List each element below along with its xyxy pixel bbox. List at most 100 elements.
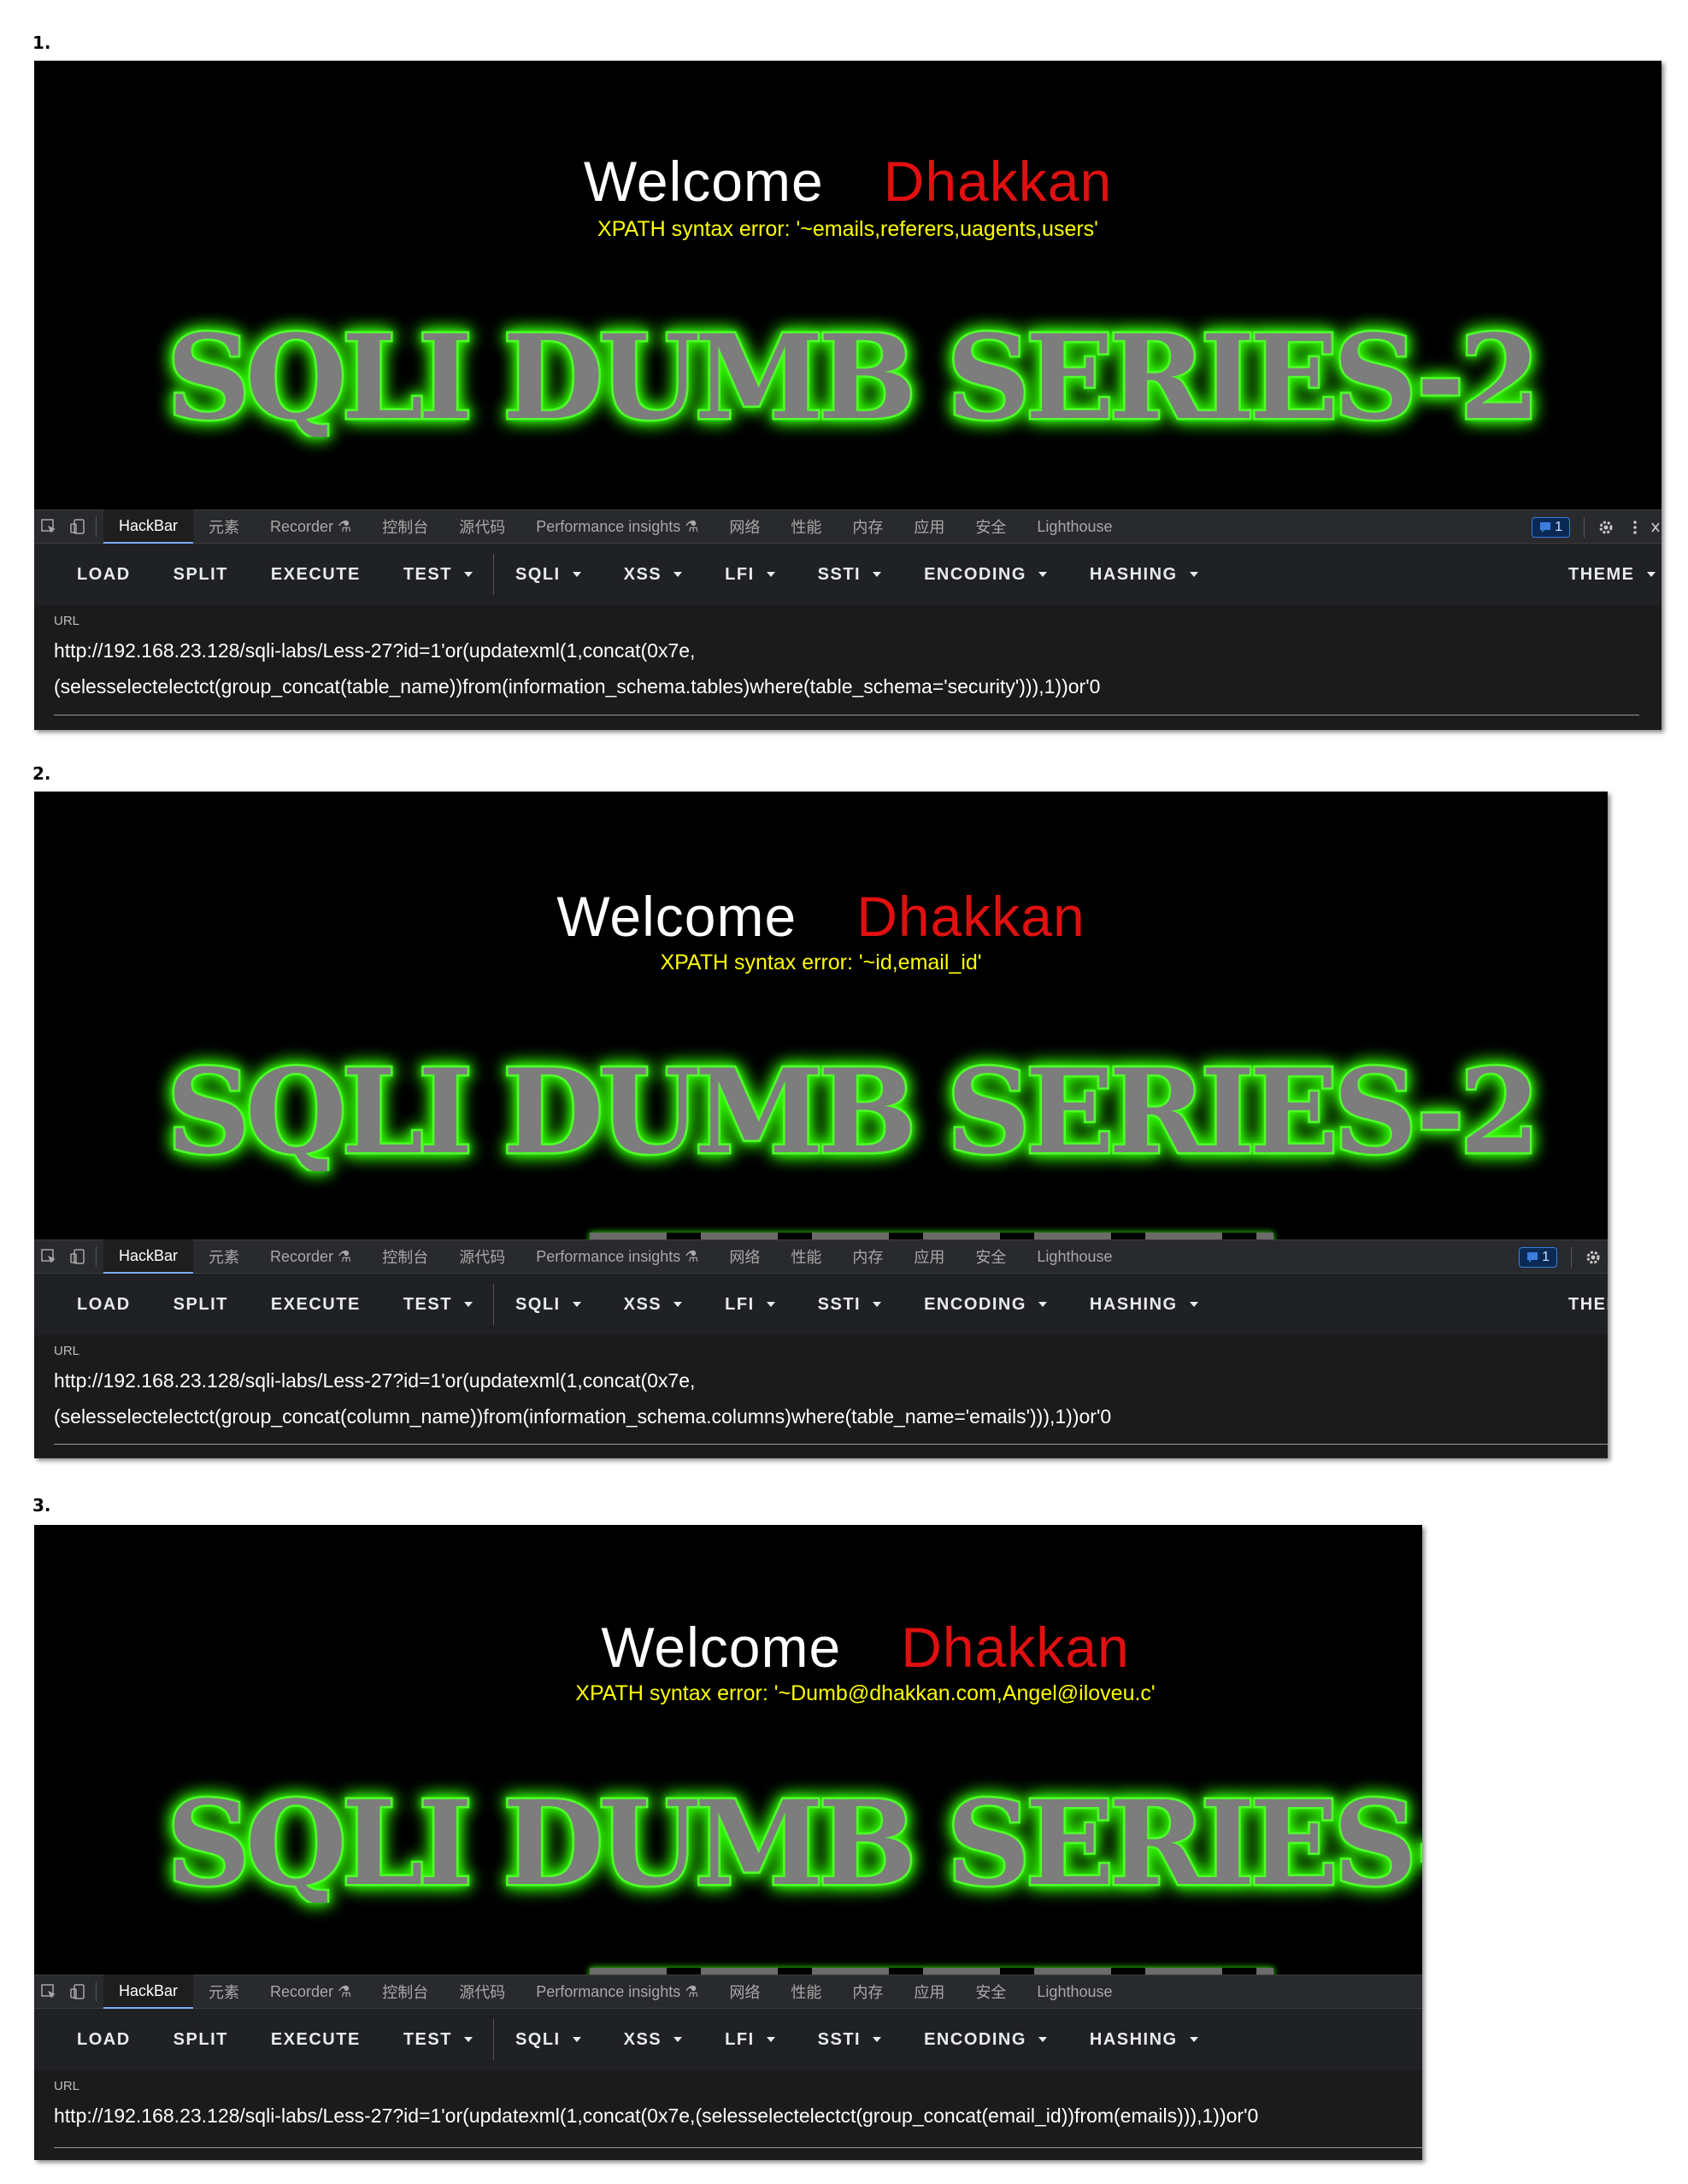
inspect-element-icon[interactable] (34, 509, 63, 544)
tab-elements[interactable]: 元素 (193, 1239, 255, 1274)
url-field[interactable]: URL http://192.168.23.128/sqli-labs/Less… (34, 2070, 1422, 2160)
gear-icon[interactable] (1579, 1240, 1608, 1274)
test-menu-button[interactable]: TEST (382, 1274, 494, 1335)
gear-icon[interactable] (1591, 510, 1620, 545)
tab-network[interactable]: 网络 (714, 509, 775, 544)
tab-performance-insights[interactable]: Performance insights ⚗ (521, 509, 714, 544)
tab-sources[interactable]: 源代码 (444, 1975, 521, 2009)
tab-lighthouse[interactable]: Lighthouse (1021, 1239, 1127, 1274)
tab-network[interactable]: 网络 (714, 1975, 775, 2009)
close-icon[interactable] (1650, 510, 1662, 545)
xss-menu-button[interactable]: XSS (603, 544, 704, 605)
sqli-menu-button[interactable]: SQLI (494, 544, 603, 605)
tab-application[interactable]: 应用 (898, 509, 960, 544)
chevron-down-icon (673, 572, 683, 577)
split-button[interactable]: SPLIT (152, 1274, 250, 1335)
tab-recorder[interactable]: Recorder ⚗ (255, 1975, 367, 2009)
split-button[interactable]: SPLIT (152, 544, 250, 605)
encoding-menu-button[interactable]: ENCODING (903, 544, 1068, 605)
tab-performance[interactable]: 性能 (775, 509, 837, 544)
tab-performance-insights[interactable]: Performance insights ⚗ (521, 1975, 714, 2009)
url-value-line-1[interactable]: http://192.168.23.128/sqli-labs/Less-27?… (54, 2098, 1422, 2134)
inspect-element-icon[interactable] (34, 1239, 63, 1274)
tab-hackbar[interactable]: HackBar (103, 509, 194, 544)
tab-memory[interactable]: 内存 (837, 1975, 898, 2009)
url-value-line-1[interactable]: http://192.168.23.128/sqli-labs/Less-27?… (54, 1363, 1608, 1398)
screenshot-3: Welcome Dhakkan XPATH syntax error: '~Dum… (34, 1525, 1422, 2160)
ssti-menu-button[interactable]: SSTI (797, 2009, 903, 2070)
more-options-icon[interactable] (1620, 510, 1650, 545)
hashing-menu-button[interactable]: HASHING (1068, 2009, 1220, 2070)
lfi-menu-button[interactable]: LFI (703, 544, 797, 605)
tab-performance[interactable]: 性能 (775, 1975, 837, 2009)
device-toolbar-icon[interactable] (63, 1975, 92, 2009)
tab-elements[interactable]: 元素 (193, 1975, 255, 2009)
tab-elements[interactable]: 元素 (193, 509, 255, 544)
page-area: Welcome Dhakkan XPATH syntax error: '~ema… (34, 61, 1662, 509)
execute-button[interactable]: EXECUTE (250, 544, 382, 605)
lfi-menu-button[interactable]: LFI (703, 2009, 797, 2070)
split-button[interactable]: SPLIT (152, 2009, 250, 2070)
issues-badge[interactable]: 1 (1519, 1247, 1557, 1268)
ssti-menu-button[interactable]: SSTI (797, 544, 903, 605)
load-button[interactable]: LOAD (34, 1274, 152, 1335)
theme-menu-button[interactable]: THEME (1547, 544, 1662, 605)
sqli-menu-button[interactable]: SQLI (494, 2009, 603, 2070)
test-menu-button[interactable]: TEST (382, 2009, 494, 2070)
tab-performance[interactable]: 性能 (775, 1239, 837, 1274)
sqli-menu-button[interactable]: SQLI (494, 1274, 603, 1335)
execute-button[interactable]: EXECUTE (250, 2009, 382, 2070)
tab-performance-insights[interactable]: Performance insights ⚗ (521, 1239, 714, 1274)
tab-lighthouse[interactable]: Lighthouse (1021, 1975, 1127, 2009)
sqli-banner: SQLI DUMB SERIES-27 (167, 309, 1534, 437)
lfi-menu-button[interactable]: LFI (703, 1274, 797, 1335)
xss-menu-button[interactable]: XSS (603, 1274, 704, 1335)
tab-security[interactable]: 安全 (960, 1975, 1021, 2009)
tab-sources[interactable]: 源代码 (444, 509, 521, 544)
devtools-tabbar: HackBar 元素 Recorder ⚗ 控制台 源代码 Performanc… (34, 509, 1662, 544)
tab-console[interactable]: 控制台 (367, 509, 444, 544)
devtools-panel: HackBar 元素 Recorder ⚗ 控制台 源代码 Performanc… (34, 509, 1662, 730)
tab-console[interactable]: 控制台 (367, 1239, 444, 1274)
execute-button[interactable]: EXECUTE (250, 1274, 382, 1335)
inspect-element-icon[interactable] (34, 1975, 63, 2009)
tab-hackbar[interactable]: HackBar (103, 1239, 194, 1274)
tab-network[interactable]: 网络 (714, 1239, 775, 1274)
url-field[interactable]: URL http://192.168.23.128/sqli-labs/Less… (34, 1335, 1608, 1458)
tab-memory[interactable]: 内存 (837, 1239, 898, 1274)
hackbar-toolbar: LOAD SPLIT EXECUTE TEST SQLI XSS LFI SST… (34, 544, 1662, 605)
url-value-line-1[interactable]: http://192.168.23.128/sqli-labs/Less-27?… (54, 633, 1662, 668)
ssti-menu-button[interactable]: SSTI (797, 1274, 903, 1335)
tab-recorder[interactable]: Recorder ⚗ (255, 1239, 367, 1274)
tab-recorder[interactable]: Recorder ⚗ (255, 509, 367, 544)
devtools-panel: HackBar 元素 Recorder ⚗ 控制台 源代码 Performanc… (34, 1975, 1422, 2160)
tab-application[interactable]: 应用 (898, 1239, 960, 1274)
welcome-heading: Welcome Dhakkan (34, 153, 1662, 209)
xss-menu-button[interactable]: XSS (603, 2009, 704, 2070)
tab-application[interactable]: 应用 (898, 1975, 960, 2009)
hashing-menu-button[interactable]: HASHING (1068, 1274, 1220, 1335)
theme-menu-button[interactable]: THEME (1547, 1274, 1608, 1335)
tab-memory[interactable]: 内存 (837, 509, 898, 544)
tab-security[interactable]: 安全 (960, 1239, 1021, 1274)
tab-lighthouse[interactable]: Lighthouse (1021, 509, 1127, 544)
issues-badge[interactable]: 1 (1532, 517, 1570, 538)
hashing-menu-button[interactable]: HASHING (1068, 544, 1220, 605)
tab-sources[interactable]: 源代码 (444, 1239, 521, 1274)
tab-security[interactable]: 安全 (960, 509, 1021, 544)
load-button[interactable]: LOAD (34, 2009, 152, 2070)
sqli-label: SQLI (515, 564, 561, 584)
encoding-menu-button[interactable]: ENCODING (903, 1274, 1068, 1335)
tab-console[interactable]: 控制台 (367, 1975, 444, 2009)
url-field[interactable]: URL http://192.168.23.128/sqli-labs/Less… (34, 605, 1662, 729)
device-toolbar-icon[interactable] (63, 1239, 92, 1274)
test-menu-button[interactable]: TEST (382, 544, 494, 605)
devtools-tabbar: HackBar 元素 Recorder ⚗ 控制台 源代码 Performanc… (34, 1239, 1608, 1274)
encoding-menu-button[interactable]: ENCODING (903, 2009, 1068, 2070)
tab-hackbar[interactable]: HackBar (103, 1975, 194, 2009)
load-button[interactable]: LOAD (34, 544, 152, 605)
url-label: URL (54, 2079, 80, 2093)
url-value-line-2[interactable]: (selesselectelectct(group_concat(table_n… (54, 668, 1662, 704)
device-toolbar-icon[interactable] (63, 509, 92, 544)
url-value-line-2[interactable]: (selesselectelectct(group_concat(column_… (54, 1398, 1608, 1434)
